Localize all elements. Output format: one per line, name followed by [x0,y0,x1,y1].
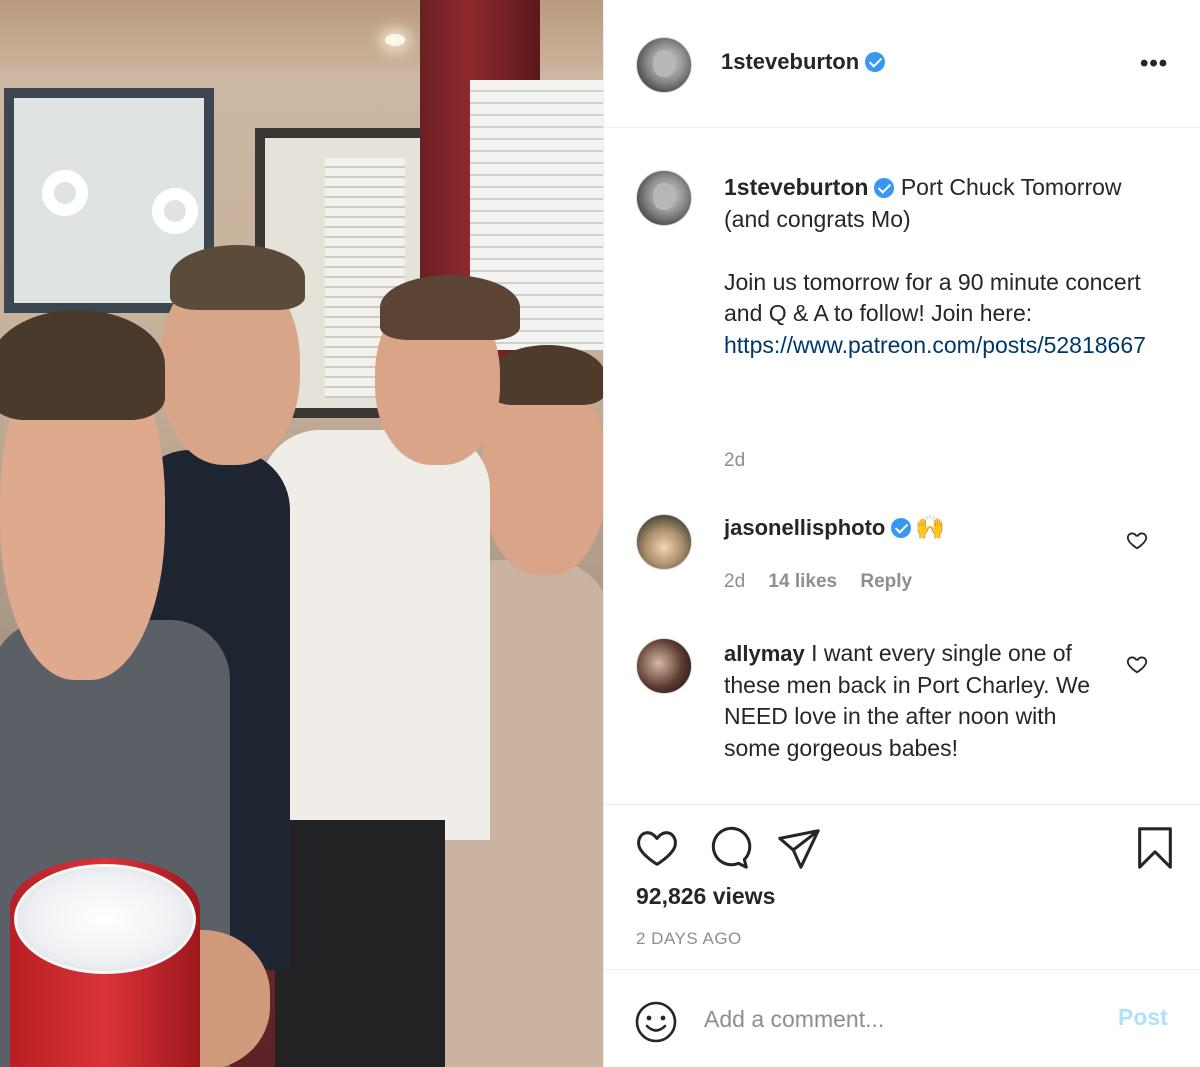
emoji-icon[interactable] [634,1000,678,1044]
caption-link[interactable]: https://www.patreon.com/posts/52818667 [724,332,1146,358]
person-middle-left-hair [170,245,305,310]
bookmark-icon[interactable] [1132,825,1178,871]
post-photo[interactable] [0,0,603,1067]
comment-time[interactable]: 2d [724,571,745,592]
post-timestamp[interactable]: 2 DAYS AGO [636,929,742,949]
comment-username[interactable]: allymay [724,641,805,666]
person-center-hair [380,275,520,340]
comment-meta: 2d 14 likes Reply [724,571,930,593]
more-options-icon[interactable]: ••• [1140,50,1168,78]
author-avatar[interactable] [636,37,692,93]
comment-icon[interactable] [706,825,752,871]
add-comment-bar: Post [604,970,1200,1067]
person-center-pants [275,820,445,1067]
caption-body: Join us tomorrow for a 90 minute concert… [724,268,1141,327]
comment-input[interactable] [704,998,1084,1040]
person-center-shirt [260,430,490,840]
comment-text: jasonellisphoto 🙌 [724,513,945,541]
view-count[interactable]: 92,826 views [636,883,775,910]
window-logo-left [42,170,88,216]
caption-time[interactable]: 2d [724,450,745,472]
share-icon[interactable] [776,825,822,871]
red-cup-rim [14,864,196,974]
comment-username[interactable]: jasonellisphoto [724,515,885,540]
author-avatar-face [653,49,675,77]
red-cup [10,858,200,1067]
person-right-hair [490,345,603,405]
window-logo-right [152,188,198,234]
post-details-panel: 1steveburton ••• 1steveburton Port Chuck… [603,0,1200,1067]
post-header: 1steveburton ••• [604,0,1200,128]
post-comment-button[interactable]: Post [1118,1004,1168,1031]
comment-text: allymay I want every single one of these… [724,638,1114,764]
comments-section[interactable]: 1steveburton Port Chuck Tomorrow (and co… [604,128,1200,804]
raised-hands-emoji: 🙌 [915,513,946,541]
verified-badge-icon [865,52,886,72]
ceiling-light [385,34,405,46]
commenter-avatar[interactable] [636,638,692,694]
author-username-text[interactable]: 1steveburton [721,49,859,74]
commenter-avatar[interactable] [636,514,692,570]
heart-icon[interactable] [634,825,680,871]
comment-like-heart-icon[interactable] [1126,653,1148,675]
caption-text: 1steveburton Port Chuck Tomorrow (and co… [724,172,1154,361]
caption-avatar-face [653,182,675,210]
comment-likes[interactable]: 14 likes [768,571,837,592]
caption-username[interactable]: 1steveburton [724,174,868,200]
caption-verified-badge-icon [874,178,895,198]
action-bar: 92,826 views 2 DAYS AGO [604,804,1200,970]
commenter-verified-badge-icon [891,518,912,538]
author-username[interactable]: 1steveburton [721,49,886,75]
comment-like-heart-icon[interactable] [1126,529,1148,551]
comment-reply-button[interactable]: Reply [860,571,912,592]
caption-avatar[interactable] [636,170,692,226]
person-front-hair [0,310,165,420]
